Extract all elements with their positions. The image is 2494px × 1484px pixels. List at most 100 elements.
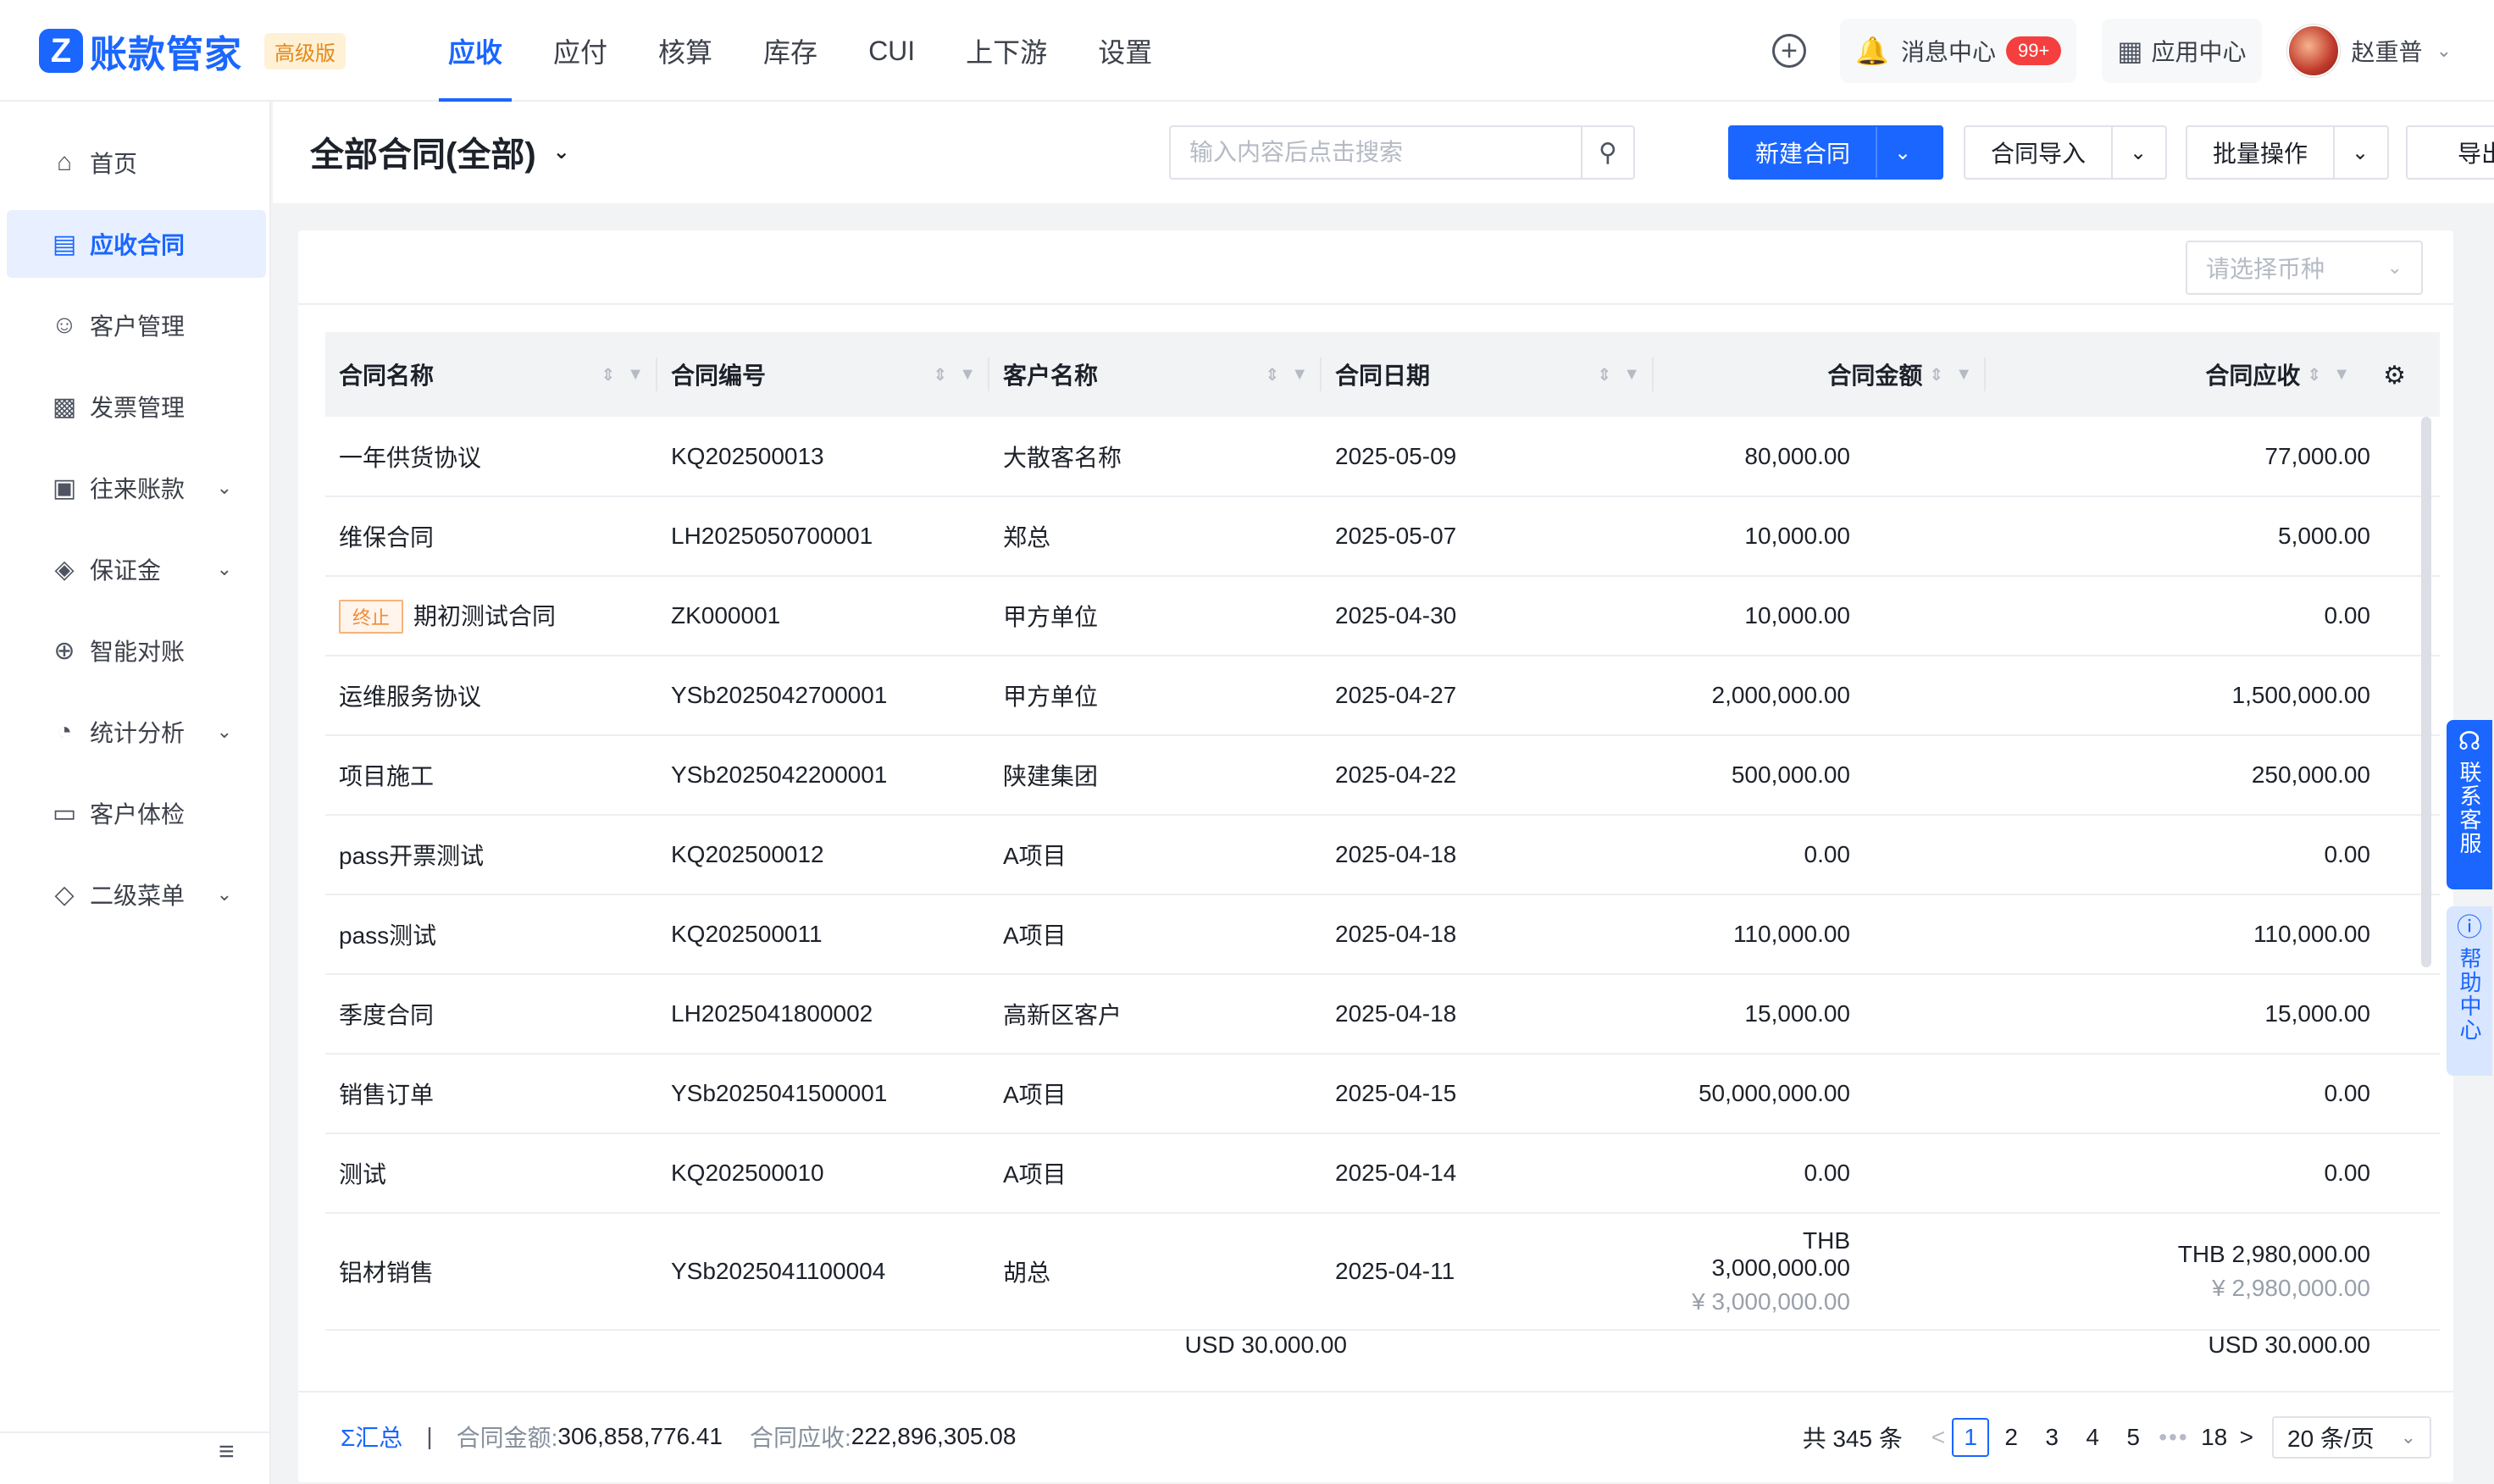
table-row[interactable]: 终止 期初测试合同 ZK000001 甲方单位 2025-04-30 10,000.00 0… xyxy=(325,576,2440,656)
search-icon[interactable]: ⚲ xyxy=(1581,127,1633,178)
message-center-label: 消息中心 xyxy=(1900,39,1996,65)
sidebar-item-receivable-contracts[interactable]: ▤ 应收合同 xyxy=(7,210,266,278)
filter-icon[interactable]: ▼ xyxy=(1955,365,1972,385)
avatar[interactable] xyxy=(2286,25,2340,77)
nav-settings[interactable]: 设置 xyxy=(1082,0,1168,102)
chevron-down-icon[interactable]: ⌄ xyxy=(2436,40,2452,62)
help-center-button[interactable]: ⓘ 帮助中心 xyxy=(2447,906,2492,1076)
sidebar-item-invoices[interactable]: ▩ 发票管理 xyxy=(7,373,266,440)
summary-label[interactable]: Σ汇总 xyxy=(341,1420,402,1454)
contact-support-button[interactable]: ☊ 联系客服 xyxy=(2447,720,2492,889)
sidebar-item-label: 客户管理 xyxy=(90,313,186,340)
sort-icon[interactable]: ⇕ xyxy=(601,364,615,385)
contract-name-cell[interactable]: pass开票测试 xyxy=(325,815,657,895)
chevron-down-icon[interactable]: ⌄ xyxy=(1876,127,1928,178)
nav-inventory[interactable]: 库存 xyxy=(747,0,834,102)
page-last[interactable]: 18 xyxy=(2196,1418,2233,1457)
page-1[interactable]: 1 xyxy=(1952,1418,1990,1457)
currency-select[interactable]: 请选择币种 ⌄ xyxy=(2186,241,2423,295)
contract-name-cell[interactable]: 运维服务协议 xyxy=(325,656,657,736)
filter-icon[interactable]: ▼ xyxy=(1291,365,1308,385)
nav-accounting[interactable]: 核算 xyxy=(642,0,729,102)
contract-name-cell[interactable]: 铝材销售 xyxy=(325,1213,657,1331)
page-2[interactable]: 2 xyxy=(1992,1418,2030,1457)
new-contract-button[interactable]: 新建合同 ⌄ xyxy=(1728,125,1943,180)
sort-icon[interactable]: ⇕ xyxy=(933,364,947,385)
sidebar-item-submenu[interactable]: ◇ 二级菜单 ⌄ xyxy=(7,861,266,928)
sidebar-item-deposit[interactable]: ◈ 保证金 ⌄ xyxy=(7,535,266,603)
contract-name-cell[interactable]: 季度合同 xyxy=(325,974,657,1055)
sort-icon[interactable]: ⇕ xyxy=(1929,364,1943,385)
contract-name-cell[interactable]: 维保合同 xyxy=(325,496,657,577)
app-center-button[interactable]: ▦ 应用中心 xyxy=(2102,19,2262,83)
column-header-amount[interactable]: 合同金额 ⇕ ▼ xyxy=(1654,332,1986,417)
contract-name-cell[interactable]: 测试 xyxy=(325,1133,657,1214)
page-4[interactable]: 4 xyxy=(2074,1418,2111,1457)
batch-operation-button[interactable]: 批量操作 ⌄ xyxy=(2186,125,2389,180)
page-size-select[interactable]: 20 条/页 ⌄ xyxy=(2272,1416,2431,1459)
column-header-date[interactable]: 合同日期 ⇕ ▼ xyxy=(1322,332,1654,417)
sidebar-item-accounts[interactable]: ▣ 往来账款 ⌄ xyxy=(7,454,266,522)
column-header-customer[interactable]: 客户名称 ⇕ ▼ xyxy=(989,332,1322,417)
contract-name-cell[interactable]: 项目施工 xyxy=(325,735,657,816)
chevron-left-icon[interactable]: < xyxy=(1931,1424,1945,1451)
sidebar-item-reconcile[interactable]: ⊕ 智能对账 xyxy=(7,617,266,684)
filter-icon[interactable]: ▼ xyxy=(627,365,644,385)
filter-icon[interactable]: ▼ xyxy=(1623,365,1640,385)
page-3[interactable]: 3 xyxy=(2033,1418,2070,1457)
nav-supply-chain[interactable]: 上下游 xyxy=(950,0,1063,102)
search-input[interactable] xyxy=(1171,127,1581,178)
table-row[interactable]: 项目施工 YSb2025042200001 陕建集团 2025-04-22 500,00… xyxy=(325,735,2440,816)
receivable-cell: 15,000.00 xyxy=(1986,974,2440,1055)
header-label: 合同编号 xyxy=(671,363,767,389)
customer-cell: 陕建集团 xyxy=(989,735,1322,816)
sidebar-item-checkup[interactable]: ▭ 客户体检 xyxy=(7,779,266,847)
table-row[interactable]: pass开票测试 KQ202500012 A项目 2025-04-18 0.00 0.00 xyxy=(325,815,2440,895)
column-header-contract-no[interactable]: 合同编号 ⇕ ▼ xyxy=(657,332,989,417)
table-row[interactable]: pass测试 KQ202500011 A项目 2025-04-18 110,000.00… xyxy=(325,894,2440,975)
gear-icon[interactable]: ⚙ xyxy=(2383,361,2406,390)
sort-icon[interactable]: ⇕ xyxy=(2307,364,2321,385)
table-row[interactable]: 一年供货协议 KQ202500013 大散客名称 2025-05-09 80,000.0… xyxy=(325,417,2440,497)
contract-name-cell[interactable]: 终止 期初测试合同 xyxy=(325,576,657,656)
table-row[interactable]: 销售订单 YSb2025041500001 A项目 2025-04-15 50,000,… xyxy=(325,1054,2440,1134)
add-circle-icon[interactable]: + xyxy=(1772,34,1807,68)
filter-icon[interactable]: ▼ xyxy=(2333,365,2350,385)
user-name[interactable]: 赵重普 xyxy=(2352,34,2423,68)
filter-icon[interactable]: ▼ xyxy=(959,365,976,385)
sidebar-item-customers[interactable]: ☺ 客户管理 xyxy=(7,291,266,359)
export-button[interactable]: 导出 xyxy=(2406,125,2494,180)
table-row[interactable]: 测试 KQ202500010 A项目 2025-04-14 0.00 0.00 xyxy=(325,1133,2440,1214)
nav-cui[interactable]: CUI xyxy=(852,0,931,102)
chevron-down-icon[interactable]: ⌄ xyxy=(2111,127,2164,178)
page-title[interactable]: 全部合同(全部) ⌄ xyxy=(310,127,570,176)
sidebar-item-statistics[interactable]: ◔ 统计分析 ⌄ xyxy=(7,698,266,766)
chevron-down-icon[interactable]: ⌄ xyxy=(2333,127,2386,178)
receivable-value: 5,000.00 xyxy=(2278,523,2370,549)
import-contract-button[interactable]: 合同导入 ⌄ xyxy=(1964,125,2167,180)
column-header-receivable[interactable]: 合同应收 ⇕ ▼ ⚙ xyxy=(1986,332,2440,417)
collapse-menu-icon[interactable]: ≡ xyxy=(219,1436,235,1467)
contract-no-cell: KQ202500013 xyxy=(657,417,989,497)
table-scrollbar[interactable] xyxy=(2421,417,2431,967)
table-row[interactable]: 运维服务协议 YSb2025042700001 甲方单位 2025-04-27 2,00… xyxy=(325,656,2440,736)
table-row[interactable]: 维保合同 LH2025050700001 郑总 2025-05-07 10,000.00… xyxy=(325,496,2440,577)
contract-name-cell[interactable]: 一年供货协议 xyxy=(325,417,657,497)
tag-icon: ◇ xyxy=(54,880,75,909)
contract-name-cell[interactable]: 销售订单 xyxy=(325,1054,657,1134)
table-row[interactable]: 季度合同 LH2025041800002 高新区客户 2025-04-18 15,000… xyxy=(325,974,2440,1055)
chevron-right-icon[interactable]: > xyxy=(2240,1424,2253,1451)
nav-payable[interactable]: 应付 xyxy=(537,0,624,102)
more-pages-icon[interactable]: ••• xyxy=(2159,1424,2188,1451)
contract-name-cell[interactable]: pass测试 xyxy=(325,894,657,975)
amount-cell: 0.00 xyxy=(1654,1133,1986,1214)
message-center-button[interactable]: 🔔 消息中心 99+ xyxy=(1840,19,2077,83)
app-logo[interactable]: Z 账款管家 高级版 xyxy=(39,25,346,76)
table-row[interactable]: 铝材销售 YSb2025041100004 胡总 2025-04-11 THB 3,00… xyxy=(325,1213,2440,1331)
sidebar-item-home[interactable]: ⌂ 首页 xyxy=(7,129,266,197)
sort-icon[interactable]: ⇕ xyxy=(1597,364,1611,385)
nav-receivable[interactable]: 应收 xyxy=(432,0,518,102)
column-header-contract-name[interactable]: 合同名称 ⇕ ▼ xyxy=(325,332,657,417)
sort-icon[interactable]: ⇕ xyxy=(1265,364,1279,385)
page-5[interactable]: 5 xyxy=(2114,1418,2152,1457)
